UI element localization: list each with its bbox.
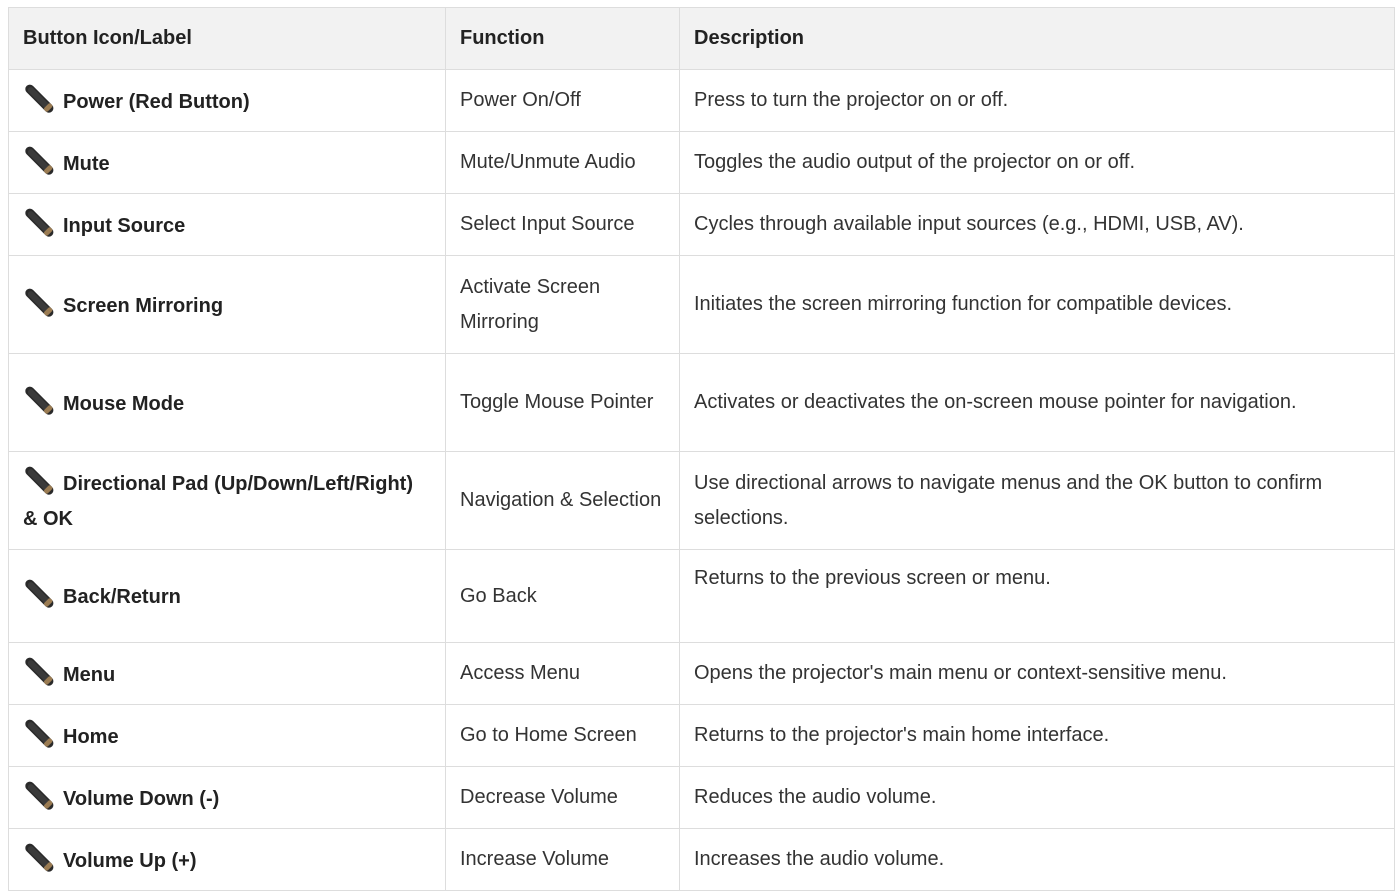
remote-control-icon	[23, 577, 55, 611]
table-header-row: Button Icon/Label Function Description	[8, 7, 1395, 70]
button-cell: Volume Up (+)	[8, 828, 446, 891]
description-cell: Reduces the audio volume.	[679, 766, 1395, 829]
remote-control-icon	[23, 286, 55, 320]
table-row: Screen Mirroring Activate Screen Mirrori…	[8, 255, 1395, 354]
button-label: Power (Red Button)	[63, 90, 250, 113]
header-function: Function	[445, 7, 680, 70]
button-cell: Home	[8, 704, 446, 767]
remote-control-icon	[23, 841, 55, 875]
function-cell: Access Menu	[445, 642, 680, 705]
table-row: Home Go to Home Screen Returns to the pr…	[8, 704, 1395, 767]
button-cell: Mute	[8, 131, 446, 194]
description-cell: Toggles the audio output of the projecto…	[679, 131, 1395, 194]
table-row: Volume Down (-) Decrease Volume Reduces …	[8, 766, 1395, 829]
button-label: Home	[63, 725, 119, 748]
description-cell: Press to turn the projector on or off.	[679, 69, 1395, 132]
header-description: Description	[679, 7, 1395, 70]
button-label: Mute	[63, 152, 110, 175]
description-cell: Increases the audio volume.	[679, 828, 1395, 891]
function-cell: Toggle Mouse Pointer	[445, 353, 680, 452]
button-cell: Mouse Mode	[8, 353, 446, 452]
button-label: Back/Return	[63, 586, 181, 608]
button-cell: Back/Return	[8, 549, 446, 643]
description-cell: Returns to the previous screen or menu.	[679, 549, 1395, 643]
table-row: Back/Return Go Back Returns to the previ…	[8, 549, 1395, 643]
button-cell: Power (Red Button)	[8, 69, 446, 132]
remote-buttons-table-container: Button Icon/Label Function Description P…	[8, 7, 1395, 891]
description-cell: Cycles through available input sources (…	[679, 193, 1395, 256]
remote-control-icon	[23, 464, 55, 498]
function-cell: Go Back	[445, 549, 680, 643]
button-cell: Screen Mirroring	[8, 255, 446, 354]
remote-control-icon	[23, 655, 55, 689]
button-label: Directional Pad (Up/Down/Left/Right) & O…	[23, 473, 413, 530]
function-cell: Select Input Source	[445, 193, 680, 256]
table-row: Menu Access Menu Opens the projector's m…	[8, 642, 1395, 705]
table-row: Mute Mute/Unmute Audio Toggles the audio…	[8, 131, 1395, 194]
function-cell: Navigation & Selection	[445, 451, 680, 550]
button-label: Volume Down (-)	[63, 787, 220, 810]
button-cell: Volume Down (-)	[8, 766, 446, 829]
table-row: Volume Up (+) Increase Volume Increases …	[8, 828, 1395, 891]
remote-control-icon	[23, 206, 55, 240]
table-row: Input Source Select Input Source Cycles …	[8, 193, 1395, 256]
description-cell: Activates or deactivates the on-screen m…	[679, 353, 1395, 452]
function-cell: Increase Volume	[445, 828, 680, 891]
function-cell: Power On/Off	[445, 69, 680, 132]
button-cell: Input Source	[8, 193, 446, 256]
description-cell: Opens the projector's main menu or conte…	[679, 642, 1395, 705]
remote-control-icon	[23, 144, 55, 178]
table-row: Directional Pad (Up/Down/Left/Right) & O…	[8, 451, 1395, 550]
description-cell: Use directional arrows to navigate menus…	[679, 451, 1395, 550]
button-label: Screen Mirroring	[63, 294, 224, 317]
function-cell: Activate Screen Mirroring	[445, 255, 680, 354]
function-cell: Decrease Volume	[445, 766, 680, 829]
remote-control-icon	[23, 717, 55, 751]
remote-control-icon	[23, 384, 55, 418]
description-cell: Returns to the projector's main home int…	[679, 704, 1395, 767]
remote-buttons-table: Button Icon/Label Function Description P…	[8, 7, 1395, 891]
button-cell: Directional Pad (Up/Down/Left/Right) & O…	[8, 451, 446, 550]
function-cell: Mute/Unmute Audio	[445, 131, 680, 194]
header-button-label: Button Icon/Label	[8, 7, 446, 70]
description-cell: Initiates the screen mirroring function …	[679, 255, 1395, 354]
table-row: Mouse Mode Toggle Mouse Pointer Activate…	[8, 353, 1395, 452]
remote-control-icon	[23, 779, 55, 813]
remote-control-icon	[23, 82, 55, 116]
button-label: Input Source	[63, 214, 186, 237]
button-label: Menu	[63, 663, 116, 686]
button-label: Mouse Mode	[63, 392, 185, 415]
table-row: Power (Red Button) Power On/Off Press to…	[8, 69, 1395, 132]
button-label: Volume Up (+)	[63, 849, 197, 872]
button-cell: Menu	[8, 642, 446, 705]
function-cell: Go to Home Screen	[445, 704, 680, 767]
